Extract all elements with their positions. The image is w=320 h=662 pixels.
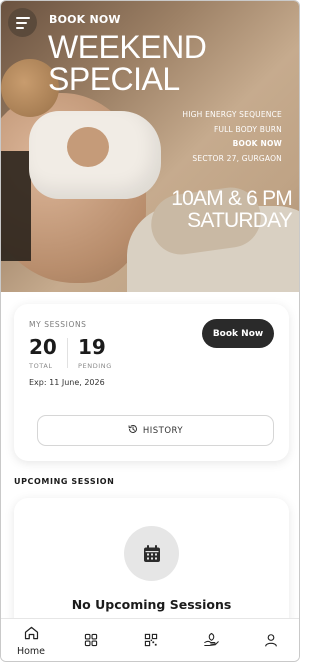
banner-time-line1: 10AM & 6 PM	[171, 187, 293, 210]
no-upcoming-sessions-text: No Upcoming Sessions	[71, 597, 232, 612]
nav-item-wellness[interactable]	[181, 619, 241, 661]
profile-icon	[264, 632, 278, 651]
bottom-navigation: Home	[1, 618, 299, 661]
leaf-hand-icon	[203, 632, 220, 651]
upcoming-session-card: No Upcoming Sessions	[14, 498, 289, 638]
stat-divider	[67, 338, 68, 368]
pending-sessions-value: 19	[78, 335, 106, 359]
total-sessions-stat: 20 TOTAL	[29, 336, 57, 370]
banner-title-line2: SPECIAL	[48, 61, 180, 97]
total-sessions-label: TOTAL	[29, 362, 53, 370]
banner-time: 10AM & 6 PM SATURDAY	[171, 187, 293, 232]
banner-title-line1: WEEKEND	[48, 29, 207, 65]
banner-title: WEEKEND SPECIAL	[48, 31, 248, 95]
history-button[interactable]: HISTORY	[37, 415, 274, 446]
book-now-button[interactable]: Book Now	[202, 319, 274, 348]
history-button-label: HISTORY	[142, 425, 184, 436]
nav-item-grid[interactable]	[61, 619, 121, 661]
hero-photo-cutout	[67, 127, 109, 167]
banner-detail: FULL BODY BURN	[213, 124, 282, 134]
total-sessions-value: 20	[29, 335, 57, 359]
banner-detail: SECTOR 27, GURGAON	[192, 153, 282, 163]
nav-item-qr[interactable]	[121, 619, 181, 661]
banner-detail-book-now[interactable]: BOOK NOW	[182, 137, 282, 152]
my-sessions-label: MY SESSIONS	[29, 320, 87, 329]
menu-icon[interactable]	[8, 8, 37, 37]
membership-expiry: Exp: 11 June, 2026	[29, 378, 105, 387]
home-icon	[24, 625, 39, 644]
hero-photo-shadow	[1, 151, 31, 261]
banner-time-line2: SATURDAY	[187, 209, 293, 232]
app-screen: BOOK NOW WEEKEND SPECIAL HIGH ENERGY SEQ…	[0, 0, 300, 662]
pending-sessions-stat: 19 PENDING	[78, 336, 112, 370]
nav-item-profile[interactable]	[241, 619, 299, 661]
nav-item-home[interactable]: Home	[1, 619, 61, 661]
weekend-special-banner[interactable]: BOOK NOW WEEKEND SPECIAL HIGH ENERGY SEQ…	[1, 1, 299, 292]
qr-code-icon	[144, 632, 158, 651]
nav-label-home: Home	[16, 646, 46, 657]
pending-sessions-label: PENDING	[78, 362, 112, 370]
my-sessions-card: MY SESSIONS 20 TOTAL 19 PENDING Exp: 11 …	[14, 304, 289, 461]
banner-details: HIGH ENERGY SEQUENCE FULL BODY BURN BOOK…	[182, 108, 282, 166]
calendar-icon	[124, 526, 179, 581]
upcoming-session-heading: UPCOMING SESSION	[14, 477, 115, 486]
grid-icon	[84, 632, 98, 651]
banner-detail: HIGH ENERGY SEQUENCE	[182, 110, 282, 119]
banner-eyebrow: BOOK NOW	[49, 13, 121, 26]
history-icon	[128, 424, 138, 437]
